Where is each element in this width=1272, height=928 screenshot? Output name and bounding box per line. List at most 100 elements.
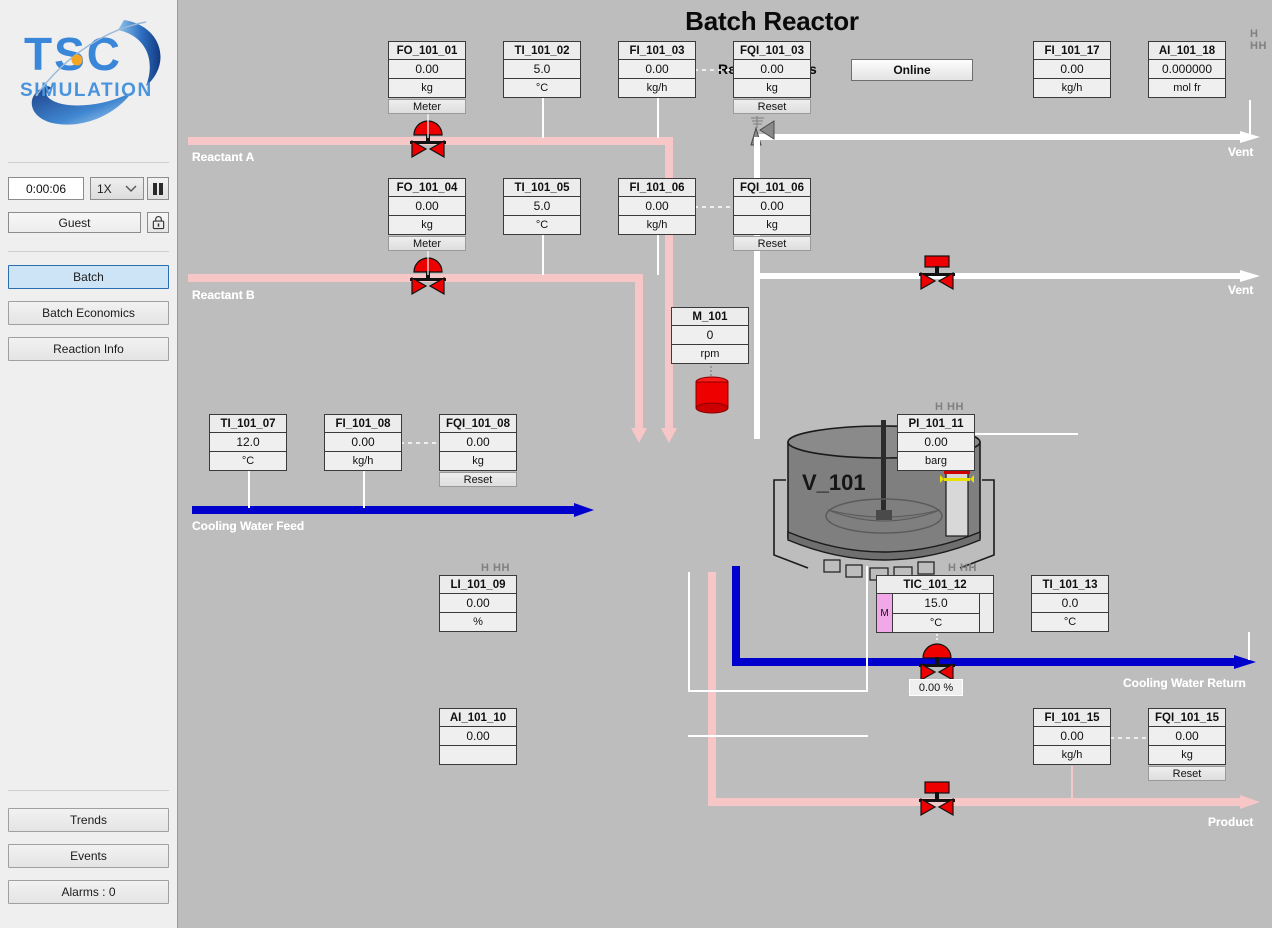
instrument-tag: FQI_101_06 (734, 179, 810, 197)
instrument-value: 0.0 (1032, 594, 1108, 613)
instrument-fi-101-15[interactable]: FI_101_15 0.00 kg/h (1033, 708, 1111, 765)
instrument-ai-101-18[interactable]: AI_101_18 0.000000 mol fr (1148, 41, 1226, 98)
instrument-tag: LI_101_09 (440, 576, 516, 594)
valve-output-cooling-return[interactable]: 0.00 % (909, 679, 963, 696)
instrument-tag: TI_101_02 (504, 42, 580, 60)
instrument-ai-101-10[interactable]: AI_101_10 0.00 (439, 708, 517, 765)
instrument-tag: FI_101_08 (325, 415, 401, 433)
arrow-vent-top-icon (1240, 131, 1260, 143)
speed-select-value: 1X (97, 181, 112, 196)
instrument-value: 0.00 (734, 197, 810, 216)
divider (8, 162, 169, 163)
instrument-ti-101-07[interactable]: TI_101_07 12.0 °C (209, 414, 287, 471)
button-meter-fo-101-04[interactable]: Meter (388, 236, 466, 251)
instrument-value: 0.00 (389, 60, 465, 79)
lock-button[interactable] (147, 212, 169, 233)
signal-link-fi03-fqi03 (694, 69, 736, 71)
controller-output-bar (979, 594, 993, 632)
divider-2 (8, 251, 169, 252)
signal-line-ti13 (1248, 632, 1250, 660)
sidebar-item-batch-economics-label: Batch Economics (42, 306, 135, 320)
signal-line-fi06 (657, 235, 659, 275)
button-reset-fqi-101-08[interactable]: Reset (439, 472, 517, 487)
button-reset-fqi-101-15[interactable]: Reset (1148, 766, 1226, 781)
page-title: Batch Reactor (685, 6, 859, 36)
sidebar-item-alarms-label: Alarms : 0 (61, 885, 116, 899)
button-reset-fqi-101-03[interactable]: Reset (733, 99, 811, 114)
valve-product[interactable] (917, 781, 957, 821)
reactor-status-button[interactable]: Online (851, 59, 973, 81)
sidebar-item-reaction-info[interactable]: Reaction Info (8, 337, 169, 361)
instrument-tag: FO_101_01 (389, 42, 465, 60)
signal-line-fi17 (1249, 100, 1251, 136)
instrument-fi-101-08[interactable]: FI_101_08 0.00 kg/h (324, 414, 402, 471)
stream-label-cooling-water-feed: Cooling Water Feed (192, 519, 305, 533)
instrument-value: 0.00 (734, 60, 810, 79)
alarm-labels-fi-101-17: H HH (1250, 28, 1267, 52)
instrument-unit: kg (389, 216, 465, 234)
instrument-fqi-101-03[interactable]: FQI_101_03 0.00 kg (733, 41, 811, 98)
divider-3 (8, 790, 169, 791)
instrument-tag: FI_101_15 (1034, 709, 1110, 727)
instrument-fqi-101-15[interactable]: FQI_101_15 0.00 kg (1148, 708, 1226, 765)
signal-line-ai-h (688, 735, 868, 737)
instrument-ti-101-02[interactable]: TI_101_02 5.0 °C (503, 41, 581, 98)
controller-mode-indicator[interactable]: M (877, 594, 893, 632)
user-button[interactable]: Guest (8, 212, 141, 233)
stream-label-vent-top: Vent (1228, 145, 1254, 159)
instrument-fo-101-01[interactable]: FO_101_01 0.00 kg (388, 41, 466, 98)
instrument-tag: FQI_101_03 (734, 42, 810, 60)
button-meter-fo-101-01[interactable]: Meter (388, 99, 466, 114)
instrument-value: 0.00 (440, 433, 516, 452)
pipe-cooling-water-return (732, 658, 1238, 666)
agitator-motor-icon[interactable] (692, 374, 732, 418)
instrument-m-101[interactable]: M_101 0 rpm (671, 307, 749, 364)
sidebar-item-batch[interactable]: Batch (8, 265, 169, 289)
instrument-value: 0.00 (440, 594, 516, 613)
sidebar-item-events[interactable]: Events (8, 844, 169, 868)
instrument-fi-101-06[interactable]: FI_101_06 0.00 kg/h (618, 178, 696, 235)
instrument-li-101-09[interactable]: LI_101_09 0.00 % (439, 575, 517, 632)
instrument-fqi-101-06[interactable]: FQI_101_06 0.00 kg (733, 178, 811, 235)
instrument-pi-101-11[interactable]: PI_101_11 0.00 barg (897, 414, 975, 471)
instrument-value: 0.000000 (1149, 60, 1225, 79)
valve-vent-mid[interactable] (917, 255, 957, 295)
instrument-fo-101-04[interactable]: FO_101_04 0.00 kg (388, 178, 466, 235)
instrument-value: 12.0 (210, 433, 286, 452)
instrument-fi-101-17[interactable]: FI_101_17 0.00 kg/h (1033, 41, 1111, 98)
sidebar-item-alarms[interactable]: Alarms : 0 (8, 880, 169, 904)
controller-tic-101-12[interactable]: TIC_101_12 M 15.0 °C (876, 575, 994, 633)
pause-button[interactable] (147, 177, 169, 200)
sidebar-item-reaction-info-label: Reaction Info (53, 342, 124, 356)
instrument-tag: TI_101_05 (504, 179, 580, 197)
instrument-value: 0.00 (619, 197, 695, 216)
arrow-product-icon (1240, 795, 1260, 809)
instrument-unit: kg (734, 79, 810, 97)
instrument-value: 0.00 (619, 60, 695, 79)
pause-icon-bar-left (153, 182, 157, 195)
relief-valve-icon[interactable] (748, 115, 778, 147)
instrument-tag: FO_101_04 (389, 179, 465, 197)
instrument-fi-101-03[interactable]: FI_101_03 0.00 kg/h (618, 41, 696, 98)
sidebar-item-batch-economics[interactable]: Batch Economics (8, 301, 169, 325)
signal-line-fo04 (427, 251, 429, 275)
sidebar: TSC SIMULATION 0:00:06 1X Guest Batch Ba… (0, 0, 178, 928)
stream-label-product: Product (1208, 815, 1254, 829)
instrument-tag: PI_101_11 (898, 415, 974, 433)
signal-line-m101 (710, 362, 712, 376)
button-reset-fqi-101-06[interactable]: Reset (733, 236, 811, 251)
signal-line-fo01 (427, 114, 429, 138)
instrument-ti-101-05[interactable]: TI_101_05 5.0 °C (503, 178, 581, 235)
instrument-fqi-101-08[interactable]: FQI_101_08 0.00 kg (439, 414, 517, 471)
sidebar-item-batch-label: Batch (73, 270, 104, 284)
instrument-value: 5.0 (504, 197, 580, 216)
instrument-ti-101-13[interactable]: TI_101_13 0.0 °C (1031, 575, 1109, 632)
arrow-cooling-return-icon (1234, 655, 1256, 669)
valve-cooling-water-return[interactable] (917, 640, 957, 684)
simulation-timer[interactable]: 0:00:06 (8, 177, 84, 200)
sidebar-item-trends[interactable]: Trends (8, 808, 169, 832)
instrument-tag: M_101 (672, 308, 748, 326)
stream-label-cooling-water-return: Cooling Water Return (1123, 676, 1246, 690)
instrument-unit: barg (898, 452, 974, 470)
speed-select[interactable]: 1X (90, 177, 144, 200)
